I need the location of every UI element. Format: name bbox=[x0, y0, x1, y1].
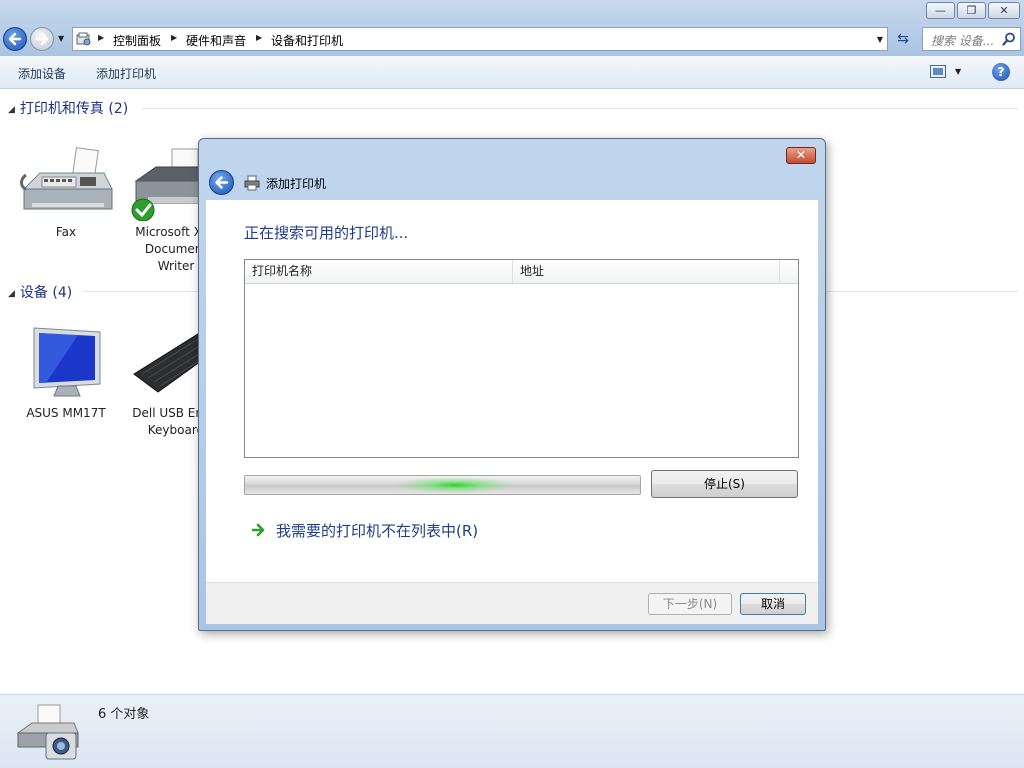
collapse-triangle-icon[interactable]: ◢ bbox=[8, 105, 15, 115]
progress-marquee bbox=[395, 477, 515, 493]
dialog-footer: 下一步(N) 取消 bbox=[206, 582, 818, 624]
default-check-icon bbox=[131, 198, 155, 222]
help-button[interactable]: ? bbox=[992, 63, 1010, 81]
printer-icon bbox=[244, 175, 260, 191]
help-icon: ? bbox=[997, 65, 1005, 79]
search-placeholder: 搜索 设备... bbox=[931, 34, 995, 48]
back-arrow-icon bbox=[8, 32, 22, 46]
breadcrumb-control-panel[interactable]: 控制面板 bbox=[113, 32, 161, 49]
status-bar: 6 个对象 bbox=[0, 694, 1024, 768]
navigation-bar: ▼ ▶ 控制面板 ▶ 硬件和声音 ▶ 设备和打印机 ▼ ⇆ 搜索 设备... bbox=[0, 24, 1024, 56]
restore-button[interactable]: ❐ bbox=[957, 2, 986, 19]
minimize-icon: — bbox=[935, 4, 946, 17]
dialog-body: 正在搜索可用的打印机... 打印机名称 地址 停止(S) 我需要的打印机不在列表… bbox=[206, 200, 818, 582]
group-header-printers[interactable]: ◢ 打印机和传真 (2) bbox=[8, 98, 128, 118]
dialog-title: 添加打印机 bbox=[266, 177, 327, 191]
window-caption: — ❐ ✕ bbox=[0, 0, 1024, 24]
column-header-printer-name[interactable]: 打印机名称 bbox=[245, 260, 513, 283]
close-window-button[interactable]: ✕ bbox=[988, 2, 1020, 19]
printer-not-listed-link[interactable]: 我需要的打印机不在列表中(R) bbox=[276, 520, 478, 541]
close-icon: ✕ bbox=[795, 148, 807, 162]
collapse-triangle-icon[interactable]: ◢ bbox=[8, 289, 15, 299]
refresh-icon: ⇆ bbox=[897, 31, 909, 47]
search-icon[interactable] bbox=[1002, 32, 1016, 46]
device-fax[interactable]: Fax bbox=[16, 145, 116, 241]
device-label: ASUS MM17T bbox=[26, 406, 106, 420]
back-arrow-icon bbox=[215, 176, 229, 189]
forward-arrow-icon bbox=[35, 32, 49, 46]
address-history-dropdown[interactable]: ▼ bbox=[877, 35, 883, 44]
printer-list[interactable]: 打印机名称 地址 bbox=[244, 259, 799, 458]
device-label: Fax bbox=[55, 225, 77, 239]
fax-icon bbox=[20, 147, 113, 210]
command-bar: 添加设备 添加打印机 ▼ ? bbox=[0, 56, 1024, 89]
green-arrow-icon bbox=[252, 523, 265, 537]
group-title: 设备 (4) bbox=[19, 285, 73, 301]
breadcrumb-hardware-sound[interactable]: 硬件和声音 bbox=[186, 32, 246, 49]
item-count-text: 6 个对象 bbox=[98, 707, 150, 722]
breadcrumb-separator-icon[interactable]: ▶ bbox=[171, 33, 177, 42]
control-panel-icon bbox=[76, 32, 91, 46]
add-printer-button[interactable]: 添加打印机 bbox=[96, 65, 156, 82]
minimize-button[interactable]: — bbox=[926, 2, 955, 19]
dialog-back-button[interactable] bbox=[209, 170, 234, 195]
next-button[interactable]: 下一步(N) bbox=[648, 593, 732, 615]
close-icon: ✕ bbox=[999, 4, 1009, 17]
refresh-button[interactable]: ⇆ bbox=[892, 27, 914, 51]
search-box[interactable]: 搜索 设备... bbox=[922, 27, 1021, 51]
add-device-button[interactable]: 添加设备 bbox=[18, 65, 66, 82]
monitor-icon bbox=[33, 327, 101, 397]
add-printer-dialog: ✕ 添加打印机 正在搜索可用的打印机... 打印机名称 地址 停止(S) 我需要… bbox=[198, 138, 826, 631]
group-header-devices[interactable]: ◢ 设备 (4) bbox=[8, 282, 72, 302]
stop-button[interactable]: 停止(S) bbox=[651, 470, 798, 498]
column-header-address[interactable]: 地址 bbox=[513, 260, 780, 283]
breadcrumb-separator-icon: ▶ bbox=[98, 33, 105, 42]
printer-camera-icon bbox=[16, 704, 79, 760]
group-divider bbox=[142, 108, 1018, 109]
restore-icon: ❐ bbox=[966, 4, 977, 17]
group-title: 打印机和传真 (2) bbox=[19, 101, 129, 117]
device-asus-monitor[interactable]: ASUS MM17T bbox=[16, 326, 116, 422]
back-button[interactable] bbox=[3, 27, 27, 51]
breadcrumb-devices-printers[interactable]: 设备和打印机 bbox=[271, 32, 343, 49]
search-progress-bar bbox=[244, 475, 641, 495]
breadcrumb-separator-icon[interactable]: ▶ bbox=[256, 33, 262, 42]
list-header: 打印机名称 地址 bbox=[245, 260, 798, 284]
recent-pages-dropdown[interactable]: ▼ bbox=[58, 34, 64, 43]
view-options-dropdown[interactable]: ▼ bbox=[955, 67, 961, 76]
dialog-close-button[interactable]: ✕ bbox=[786, 147, 816, 164]
change-view-icon[interactable] bbox=[930, 65, 946, 78]
forward-button[interactable] bbox=[30, 27, 54, 51]
cancel-button[interactable]: 取消 bbox=[740, 593, 806, 615]
address-bar[interactable]: ▶ 控制面板 ▶ 硬件和声音 ▶ 设备和打印机 ▼ bbox=[72, 27, 888, 51]
searching-heading: 正在搜索可用的打印机... bbox=[244, 224, 409, 242]
